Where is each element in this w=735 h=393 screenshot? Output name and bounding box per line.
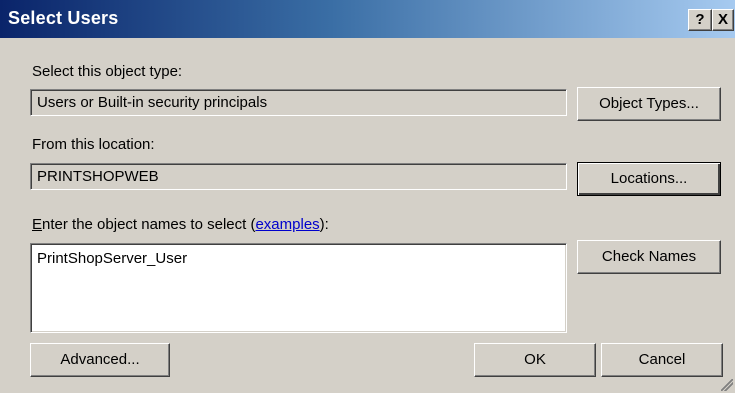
ok-button[interactable]: OK [474,343,596,377]
resize-grip[interactable] [721,379,733,391]
close-button[interactable]: X [712,9,734,31]
select-users-dialog: Select Users ? X Select this object type… [0,0,735,393]
object-types-button[interactable]: Object Types... [577,87,721,121]
location-field: PRINTSHOPWEB [30,163,567,190]
advanced-button[interactable]: Advanced... [30,343,170,377]
check-names-button[interactable]: Check Names [577,240,721,274]
location-label: From this location: [32,136,155,153]
object-names-label: Enter the object names to select (exampl… [32,216,329,233]
object-names-input[interactable]: PrintShopServer_User [30,243,567,333]
locations-button[interactable]: Locations... [577,162,721,196]
mnemonic-e: E [32,216,43,233]
help-button[interactable]: ? [688,9,712,31]
examples-link[interactable]: examples [255,216,319,233]
title-bar[interactable]: Select Users ? X [0,0,735,38]
object-names-label-text: nter the object names to select ( [42,216,256,233]
object-type-field: Users or Built-in security principals [30,89,567,116]
object-names-label-suffix: ): [319,216,329,233]
cancel-button[interactable]: Cancel [601,343,723,377]
dialog-title: Select Users [8,8,119,28]
object-type-label: Select this object type: [32,63,183,80]
